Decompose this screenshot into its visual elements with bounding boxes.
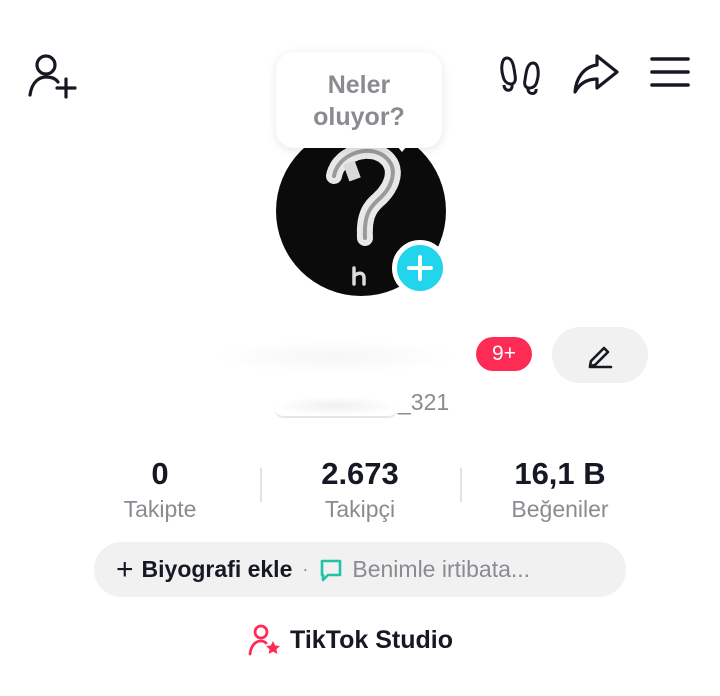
followers-label: Takipçi	[324, 496, 396, 522]
share-arrow-icon	[573, 54, 619, 94]
chat-bubble-icon	[321, 559, 342, 581]
tooltip-line-2: oluyor?	[313, 103, 405, 131]
plus-icon	[407, 255, 433, 281]
following-label: Takipte	[123, 496, 197, 522]
add-avatar-button[interactable]	[392, 240, 448, 296]
pencil-icon	[588, 346, 613, 369]
username: _321	[268, 388, 458, 420]
hamburger-menu-icon	[650, 57, 690, 87]
menu-button[interactable]	[644, 50, 696, 94]
username-suffix: _321	[398, 389, 450, 415]
whats-happening-tooltip[interactable]: Neler oluyor?	[276, 52, 442, 148]
contact-me-button[interactable]: Benimle irtibata...	[318, 556, 530, 583]
tiktok-studio-link[interactable]: TikTok Studio	[248, 620, 453, 660]
add-friend-button[interactable]	[22, 50, 80, 100]
contact-me-label: Benimle irtibata...	[352, 556, 531, 582]
creator-star-icon	[248, 624, 280, 656]
bio-actions-pill: + Biyografi ekle · Benimle irtibata...	[94, 542, 626, 597]
separator-dot: ·	[302, 559, 309, 579]
following-count: 0	[151, 456, 169, 491]
profile-views-button[interactable]	[496, 52, 546, 98]
plus-icon: +	[116, 552, 134, 586]
likes-label: Beğeniler	[511, 496, 609, 522]
likes-count: 16,1 B	[514, 456, 606, 491]
add-bio-button[interactable]: + Biyografi ekle	[116, 552, 293, 586]
tiktok-studio-label: TikTok Studio	[290, 625, 453, 654]
add-bio-label: Biyografi ekle	[141, 556, 293, 582]
share-profile-button[interactable]	[568, 50, 624, 98]
stat-likes[interactable]: 16,1 B Beğeniler	[490, 456, 630, 524]
followers-count: 2.673	[321, 456, 399, 491]
notification-badge[interactable]: 9+	[476, 337, 532, 371]
stat-following[interactable]: 0 Takipte	[100, 456, 220, 524]
tooltip-tail	[392, 140, 412, 152]
edit-profile-button[interactable]	[552, 327, 648, 383]
footprint-icon	[500, 56, 540, 95]
stat-divider	[460, 468, 462, 502]
tooltip-line-1: Neler	[327, 71, 391, 99]
stat-followers[interactable]: 2.673 Takipçi	[290, 456, 430, 524]
display-name-redacted	[210, 340, 460, 374]
person-plus-icon	[28, 54, 77, 99]
username-redacted	[274, 396, 398, 418]
stat-divider	[260, 468, 262, 502]
